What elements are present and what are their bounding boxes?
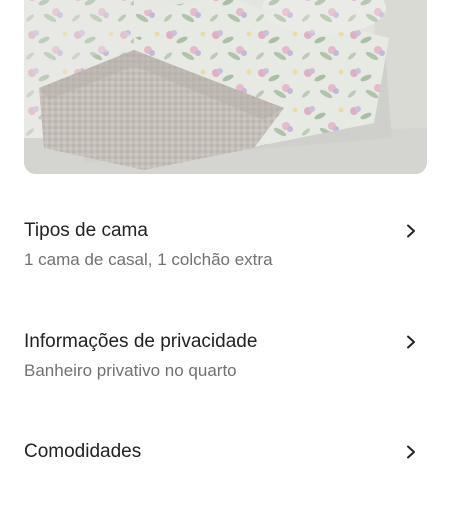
privacy-info-subtitle: Banheiro privativo no quarto [24, 361, 237, 380]
bed-types-subtitle: 1 cama de casal, 1 colchão extra [24, 250, 273, 269]
bedroom-photo[interactable] [24, 0, 427, 174]
chevron-right-icon [404, 224, 418, 238]
chevron-right-icon [404, 335, 418, 349]
bedroom-photo-image [24, 0, 427, 174]
bed-types-row[interactable]: Tipos de cama 1 cama de casal, 1 colchão… [24, 219, 426, 289]
privacy-info-title: Informações de privacidade [24, 331, 258, 352]
privacy-info-row[interactable]: Informações de privacidade Banheiro priv… [24, 330, 426, 400]
amenities-row[interactable]: Comodidades [24, 440, 426, 510]
amenities-title: Comodidades [24, 441, 142, 462]
bed-types-title: Tipos de cama [24, 220, 148, 241]
chevron-right-icon [404, 445, 418, 459]
